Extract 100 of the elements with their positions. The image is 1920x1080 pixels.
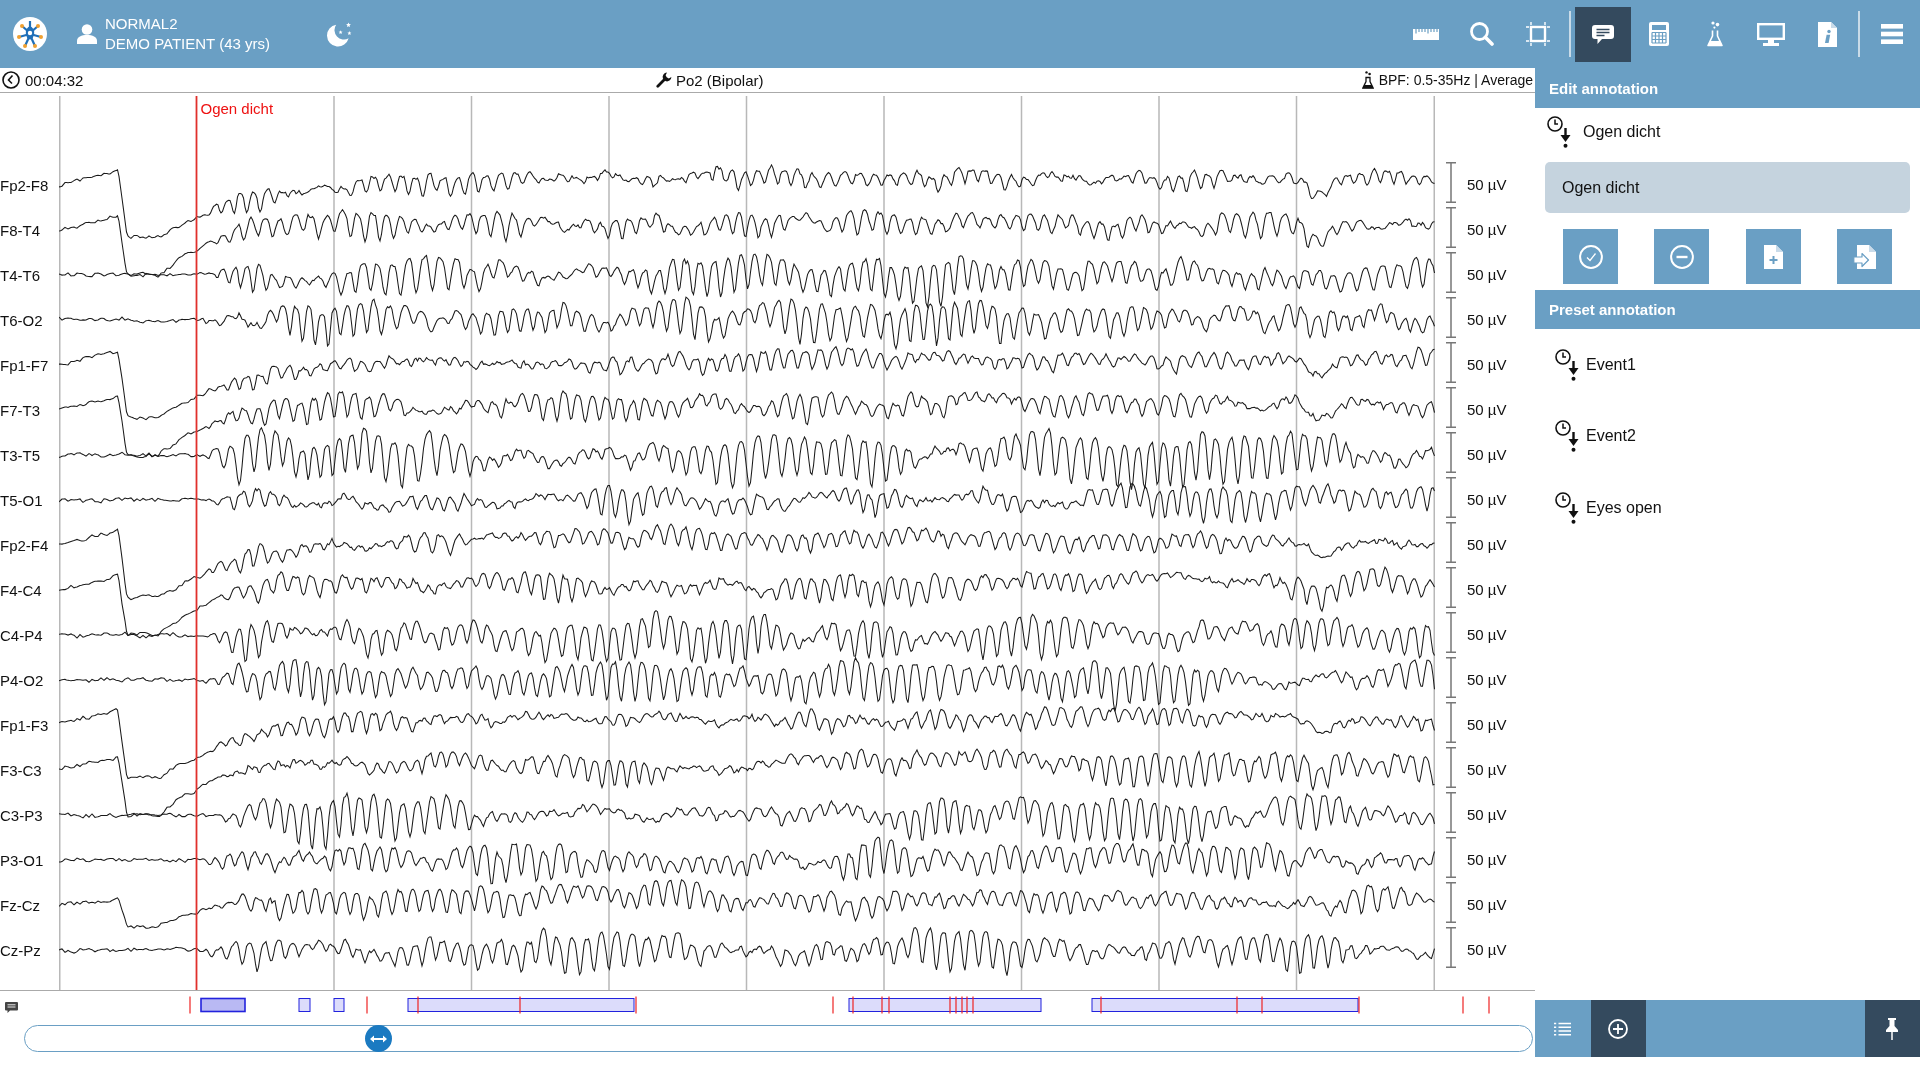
channel-label: C4-P4 <box>0 626 43 644</box>
file-arrow-icon[interactable] <box>1852 244 1876 269</box>
clock-arrow-icon <box>1555 348 1579 381</box>
comment-icon[interactable] <box>1592 24 1614 44</box>
preset-annotation-item[interactable]: Event2 <box>1555 420 1636 453</box>
scale-label: 50 µV <box>1467 220 1507 238</box>
flask-icon[interactable] <box>1361 71 1374 89</box>
scale-label: 50 µV <box>1467 400 1507 418</box>
scale-label: 50 µV <box>1467 175 1507 193</box>
scale-bar-icon <box>1445 701 1457 743</box>
scale-label: 50 µV <box>1467 625 1507 643</box>
pin-icon[interactable] <box>1886 1017 1899 1040</box>
channel-label: F3-C3 <box>0 761 42 779</box>
crop-icon[interactable] <box>1526 22 1550 46</box>
scale-bar-icon <box>1445 476 1457 518</box>
scale-bar-icon <box>1445 611 1457 653</box>
annotation-input[interactable]: Ogen dicht <box>1545 162 1910 213</box>
info-icon[interactable] <box>1817 21 1837 47</box>
scale-bar-icon <box>1445 926 1457 968</box>
preset-annotation-item[interactable]: Event1 <box>1555 348 1636 381</box>
scale-bar-icon <box>1445 566 1457 608</box>
scale-label: 50 µV <box>1467 850 1507 868</box>
section-header: Edit annotation <box>1535 68 1920 108</box>
channel-label: Cz-Pz <box>0 941 41 959</box>
scale-bar-icon <box>1445 206 1457 248</box>
channel-label: F4-C4 <box>0 581 42 599</box>
scale-label: 50 µV <box>1467 805 1507 823</box>
monitor-icon[interactable] <box>1757 22 1785 46</box>
scale-bar-icon <box>1445 296 1457 338</box>
comment-icon[interactable] <box>5 1002 18 1013</box>
list-icon[interactable] <box>1554 1021 1572 1036</box>
channel-label: T3-T5 <box>0 446 40 464</box>
scale-label: 50 µV <box>1467 265 1507 283</box>
scale-label: 50 µV <box>1467 760 1507 778</box>
scale-label: 50 µV <box>1467 310 1507 328</box>
wrench-icon[interactable] <box>656 72 672 88</box>
scale-bar-icon <box>1445 251 1457 293</box>
calculator-icon[interactable] <box>1649 22 1669 46</box>
scale-label: 50 µV <box>1467 670 1507 688</box>
scale-bar-icon <box>1445 656 1457 698</box>
montage-name: Po2 (Bipolar) <box>676 71 764 89</box>
clock-arrow-icon <box>1547 115 1571 148</box>
channel-label: Fz-Cz <box>0 896 40 914</box>
preset-annotation-item[interactable]: Eyes open <box>1555 491 1662 524</box>
patient-name: NORMAL2 <box>105 14 178 34</box>
scale-label: 50 µV <box>1467 490 1507 508</box>
patient-details: DEMO PATIENT (43 yrs) <box>105 34 270 54</box>
channel-label: P3-O1 <box>0 851 44 869</box>
logo-icon[interactable] <box>13 17 47 51</box>
channel-label: F7-T3 <box>0 401 40 419</box>
scale-bar-icon <box>1445 341 1457 383</box>
minus-circle-icon[interactable] <box>1669 244 1694 269</box>
annotation-marker-label: Ogen dicht <box>200 100 274 117</box>
annotation-button[interactable] <box>1575 6 1631 62</box>
channel-label: Fp1-F7 <box>0 356 49 374</box>
clock-arrow-icon <box>1555 491 1579 524</box>
file-plus-icon[interactable] <box>1763 244 1783 269</box>
night-mode-moon-icon[interactable] <box>327 21 352 47</box>
scale-label: 50 µV <box>1467 895 1507 913</box>
scale-bar-icon <box>1445 521 1457 563</box>
channel-label: Fp2-F8 <box>0 176 49 194</box>
scale-label: 50 µV <box>1467 715 1507 733</box>
pin-button[interactable] <box>1864 1000 1920 1057</box>
channel-label: T5-O1 <box>0 491 43 509</box>
channel-label: T6-O2 <box>0 311 43 329</box>
annotation-label: Ogen dicht <box>1583 122 1661 141</box>
channel-label: P4-O2 <box>0 671 44 689</box>
scale-label: 50 µV <box>1467 580 1507 598</box>
import-button[interactable] <box>1836 229 1892 284</box>
double-arrow-icon[interactable] <box>369 1034 387 1043</box>
new-file-button[interactable] <box>1745 229 1801 284</box>
scale-bar-icon <box>1445 431 1457 473</box>
menu-icon[interactable] <box>1881 24 1903 44</box>
scale-label: 50 µV <box>1467 535 1507 553</box>
scale-label: 50 µV <box>1467 445 1507 463</box>
delete-button[interactable] <box>1654 229 1710 284</box>
clock-arrow-icon <box>1555 420 1579 453</box>
scale-bar-icon <box>1445 386 1457 428</box>
scale-label: 50 µV <box>1467 940 1507 958</box>
filter-settings: BPF: 0.5-35Hz | Average <box>1378 72 1533 88</box>
timeline-slider-track[interactable] <box>24 1025 1533 1052</box>
channel-label: T4-T6 <box>0 266 40 284</box>
search-icon[interactable] <box>1470 22 1494 46</box>
scale-bar-icon <box>1445 791 1457 833</box>
section-header: Preset annotation <box>1535 290 1920 329</box>
slider-handle[interactable] <box>364 1025 392 1052</box>
channel-label: Fp2-F4 <box>0 536 49 554</box>
add-button[interactable] <box>1590 1000 1646 1057</box>
scale-label: 50 µV <box>1467 355 1507 373</box>
channel-label: C3-P3 <box>0 806 43 824</box>
user-icon <box>77 24 97 44</box>
check-circle-icon[interactable] <box>1578 244 1603 269</box>
channel-label: F8-T4 <box>0 221 40 239</box>
ruler-icon[interactable] <box>1413 28 1439 40</box>
scale-bar-icon <box>1445 161 1457 203</box>
plus-circle-icon[interactable] <box>1608 1018 1629 1039</box>
clock-icon <box>2 71 20 89</box>
confirm-button[interactable] <box>1563 229 1619 284</box>
scale-bar-icon <box>1445 746 1457 788</box>
scale-bar-icon <box>1445 881 1457 923</box>
